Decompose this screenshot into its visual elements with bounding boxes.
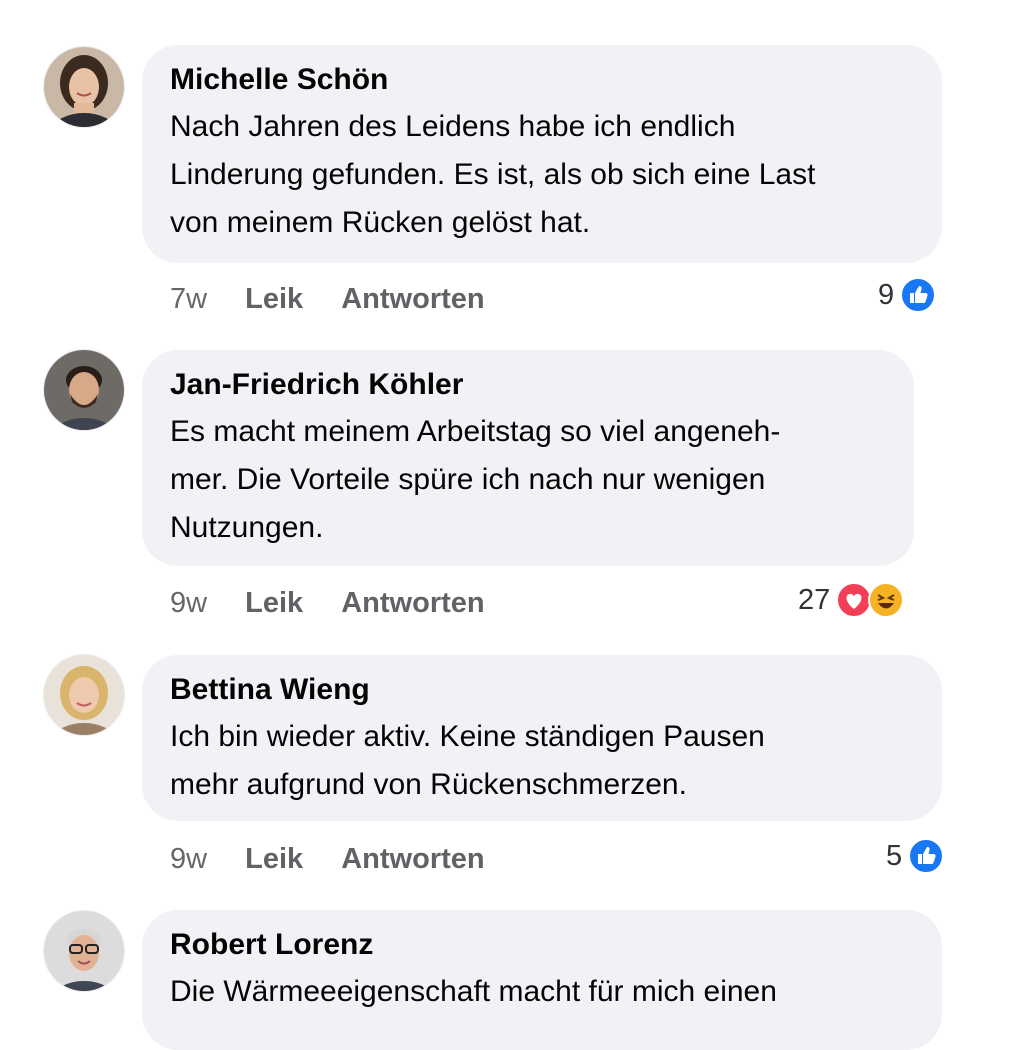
comment-author[interactable]: Robert Lorenz <box>170 926 914 964</box>
like-button[interactable]: Leik <box>245 587 303 620</box>
like-button[interactable]: Leik <box>245 283 303 316</box>
avatar[interactable] <box>44 655 124 735</box>
reaction-count: 27 <box>798 583 831 616</box>
comment-bubble: Bettina Wieng Ich bin wieder aktiv. Kein… <box>142 655 942 821</box>
like-button[interactable]: Leik <box>245 843 303 876</box>
comment-author[interactable]: Michelle Schön <box>170 61 914 99</box>
comment-bubble: Jan-Friedrich Köhler Es macht meinem Arb… <box>142 350 914 566</box>
comment-actions: 9w Leik Antworten <box>170 843 515 876</box>
avatar[interactable] <box>44 47 124 127</box>
comment-bubble: Robert Lorenz Die Wärmeeeigenschaft mach… <box>142 910 942 1050</box>
reply-button[interactable]: Antworten <box>341 587 484 620</box>
comment-text: Es macht meinem Arbeitstag so viel angen… <box>170 415 781 544</box>
comment-timestamp[interactable]: 9w <box>170 843 207 876</box>
comment-timestamp[interactable]: 9w <box>170 587 207 620</box>
love-icon <box>836 582 873 618</box>
comment-bubble: Michelle Schön Nach Jahren des Leidens h… <box>142 45 942 263</box>
comment-timestamp[interactable]: 7w <box>170 283 207 316</box>
reply-button[interactable]: Antworten <box>341 843 484 876</box>
comment-author[interactable]: Jan-Friedrich Köhler <box>170 366 886 404</box>
comment-text: Ich bin wieder aktiv. Keine ständigen Pa… <box>170 720 765 801</box>
avatar[interactable] <box>44 911 124 991</box>
comment-actions: 9w Leik Antworten <box>170 587 515 620</box>
reaction-count: 9 <box>878 278 895 311</box>
reaction-summary[interactable]: 9 <box>878 277 937 313</box>
comment-text: Nach Jahren des Leidens habe ich endlich… <box>170 110 816 239</box>
like-icon <box>908 838 945 874</box>
reaction-summary[interactable]: 27 <box>798 582 905 618</box>
comment-text: Die Wärmeeeigenschaft macht für mich ein… <box>170 975 777 1008</box>
reaction-count: 5 <box>886 839 903 872</box>
avatar[interactable] <box>44 350 124 430</box>
reply-button[interactable]: Antworten <box>341 283 484 316</box>
like-icon <box>900 277 937 313</box>
comment-author[interactable]: Bettina Wieng <box>170 671 914 709</box>
comment-actions: 7w Leik Antworten <box>170 283 515 316</box>
reaction-summary[interactable]: 5 <box>886 838 945 874</box>
haha-icon <box>868 582 905 618</box>
